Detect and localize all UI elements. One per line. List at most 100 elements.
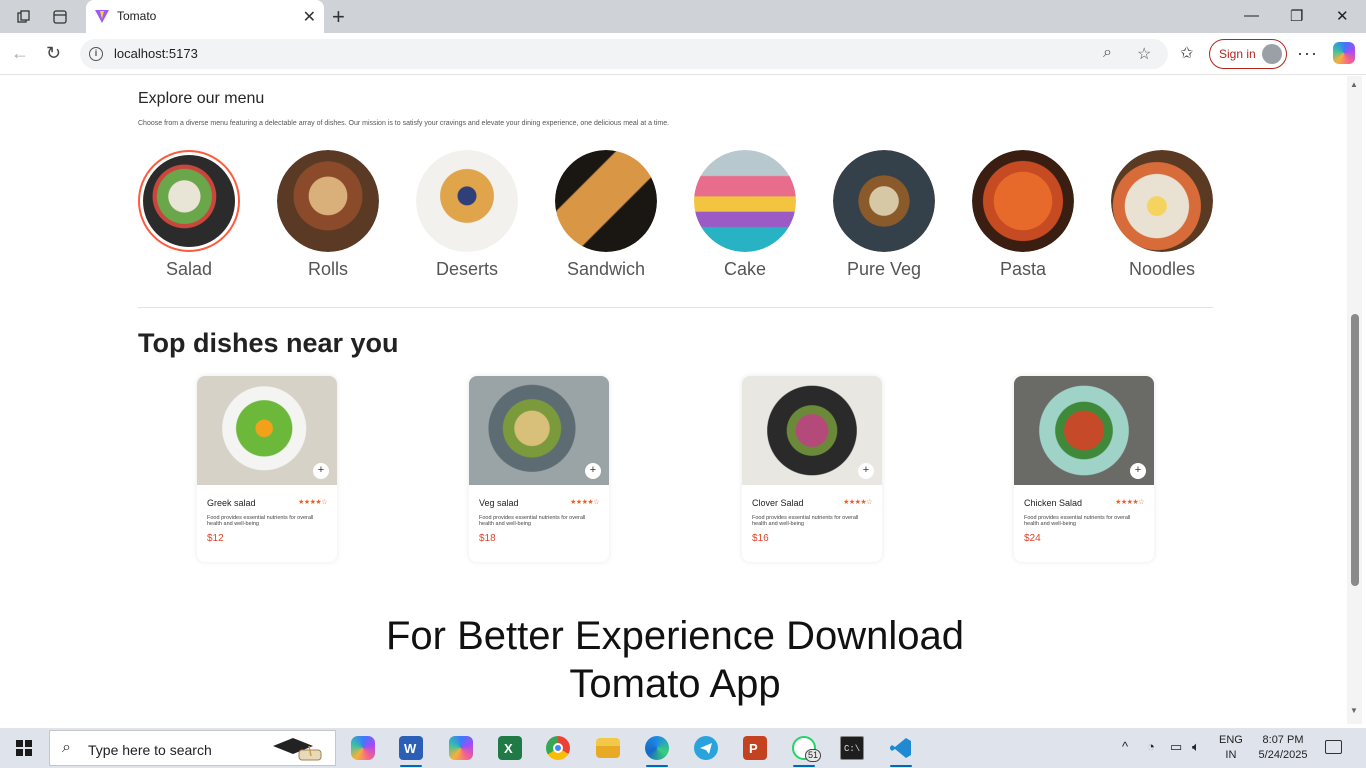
- add-to-cart-button[interactable]: +: [1130, 463, 1146, 479]
- add-to-cart-button[interactable]: +: [858, 463, 874, 479]
- tab-bar: Tomato ✕ + — ❐ ✕: [0, 0, 1366, 33]
- excel-icon[interactable]: X: [498, 736, 522, 760]
- add-to-cart-button[interactable]: +: [313, 463, 329, 479]
- dish-card-veg-salad[interactable]: + Veg salad ★★★★☆ Food provides essentia…: [469, 376, 609, 562]
- site-info-icon[interactable]: i: [89, 47, 103, 61]
- rolls-image: [277, 150, 379, 252]
- app-download-line2: Tomato App: [569, 662, 781, 706]
- dish-description: Food provides essential nutrients for ov…: [752, 515, 859, 527]
- page-viewport: Explore our menu Choose from a diverse m…: [3, 76, 1346, 724]
- tab-actions-icon[interactable]: [49, 6, 71, 28]
- new-tab-icon[interactable]: +: [332, 4, 345, 30]
- minimize-icon[interactable]: —: [1244, 7, 1259, 24]
- explore-menu-title: Explore our menu: [138, 90, 265, 107]
- dish-card-chicken-salad[interactable]: + Chicken Salad ★★★★☆ Food provides esse…: [1014, 376, 1154, 562]
- category-pasta[interactable]: Pasta: [972, 150, 1074, 280]
- copilot-app-icon[interactable]: [351, 736, 375, 760]
- category-label: Pure Veg: [846, 259, 922, 279]
- search-icon: ⌕: [62, 739, 71, 756]
- salad-image: [138, 150, 240, 252]
- category-label: Sandwich: [566, 259, 646, 279]
- close-tab-icon[interactable]: ✕: [303, 7, 316, 27]
- category-rolls[interactable]: Rolls: [277, 150, 379, 280]
- language-indicator[interactable]: ENG IN: [1219, 733, 1243, 763]
- taskbar-search[interactable]: ⌕ Type here to search: [49, 730, 336, 766]
- more-options-icon[interactable]: ···: [1297, 43, 1318, 64]
- whatsapp-badge: 51: [805, 749, 821, 762]
- refresh-icon[interactable]: ↻: [46, 43, 61, 64]
- notifications-icon[interactable]: [1325, 740, 1342, 754]
- powerpoint-icon[interactable]: P: [743, 736, 767, 760]
- volume-icon[interactable]: 🔈︎: [1192, 739, 1200, 755]
- top-dishes-title: Top dishes near you: [138, 328, 399, 358]
- dish-description: Food provides essential nutrients for ov…: [479, 515, 586, 527]
- sign-in-button[interactable]: Sign in: [1209, 39, 1287, 69]
- category-deserts[interactable]: Deserts: [416, 150, 518, 280]
- windows-start-icon[interactable]: [16, 740, 32, 756]
- word-active-indicator: [400, 765, 422, 767]
- page-scrollbar[interactable]: ▲ ▼: [1347, 76, 1362, 724]
- category-label: Deserts: [435, 259, 498, 279]
- word-icon[interactable]: W: [399, 736, 423, 760]
- dish-card-greek-salad[interactable]: + Greek salad ★★★★☆ Food provides essent…: [197, 376, 337, 562]
- profile-avatar-icon: [1262, 44, 1282, 64]
- category-label: Salad: [165, 259, 213, 279]
- favorites-icon[interactable]: ✩: [1180, 43, 1193, 63]
- sign-in-label: Sign in: [1219, 47, 1256, 61]
- scroll-down-icon[interactable]: ▼: [1350, 706, 1358, 715]
- svg-text:X: X: [504, 741, 513, 756]
- dish-name: Greek salad: [207, 498, 256, 508]
- region-code: IN: [1225, 749, 1237, 761]
- dish-name: Clover Salad: [752, 498, 804, 508]
- m365-icon[interactable]: [449, 736, 473, 760]
- chrome-icon[interactable]: [546, 736, 570, 760]
- sandwich-image: [555, 150, 657, 252]
- category-cake[interactable]: Cake: [694, 150, 796, 280]
- close-window-icon[interactable]: ✕: [1336, 7, 1349, 25]
- dish-description: Food provides essential nutrients for ov…: [207, 515, 314, 527]
- url-text[interactable]: localhost:5173: [114, 46, 198, 61]
- noodles-image: [1111, 150, 1213, 252]
- terminal-icon[interactable]: C:\: [840, 736, 864, 760]
- file-explorer-icon[interactable]: [596, 738, 620, 758]
- search-placeholder: Type here to search: [88, 742, 212, 758]
- tab-tomato[interactable]: Tomato ✕: [86, 0, 324, 33]
- whatsapp-icon[interactable]: 51: [792, 736, 821, 762]
- category-noodles[interactable]: Noodles: [1111, 150, 1213, 280]
- category-salad[interactable]: Salad: [138, 150, 240, 280]
- back-icon[interactable]: ←: [11, 43, 29, 64]
- whatsapp-active-indicator: [793, 765, 815, 767]
- clover-salad-image: +: [742, 376, 882, 485]
- app-download-heading: For Better Experience Download Tomato Ap…: [303, 612, 1047, 708]
- dish-name: Chicken Salad: [1024, 498, 1083, 508]
- category-label: Cake: [723, 259, 767, 279]
- workspaces-icon[interactable]: [13, 6, 35, 28]
- language-code: ENG: [1219, 734, 1243, 746]
- url-field[interactable]: i localhost:5173 ⌕ ☆: [80, 39, 1168, 69]
- address-bar: ← ↻ i localhost:5173 ⌕ ☆ ✩ Sign in ···: [0, 33, 1366, 75]
- dish-price: $18: [479, 533, 496, 544]
- vscode-icon[interactable]: [889, 736, 913, 760]
- category-sandwich[interactable]: Sandwich: [555, 150, 657, 280]
- favorite-star-icon[interactable]: ☆: [1137, 44, 1151, 64]
- dish-card-clover-salad[interactable]: + Clover Salad ★★★★☆ Food provides essen…: [742, 376, 882, 562]
- zoom-icon[interactable]: ⌕: [1103, 44, 1112, 62]
- scroll-up-icon[interactable]: ▲: [1350, 80, 1358, 89]
- vite-logo-icon: [95, 10, 109, 23]
- edge-icon[interactable]: [645, 736, 669, 760]
- vscode-active-indicator: [890, 765, 912, 767]
- category-pure-veg[interactable]: Pure Veg: [833, 150, 935, 280]
- restore-icon[interactable]: ❐: [1290, 7, 1303, 25]
- cake-image: [694, 150, 796, 252]
- rating-stars-icon: ★★★★☆: [1115, 499, 1144, 506]
- add-to-cart-button[interactable]: +: [585, 463, 601, 479]
- graduation-cap-icon: [273, 738, 322, 761]
- battery-icon[interactable]: ▭: [1170, 739, 1182, 755]
- scroll-thumb[interactable]: [1351, 314, 1359, 586]
- system-clock[interactable]: 8:07 PM 5/24/2025: [1255, 733, 1311, 763]
- network-icon[interactable]: ◔: [1147, 739, 1155, 754]
- telegram-icon[interactable]: [694, 736, 718, 760]
- show-hidden-icons-icon[interactable]: ^: [1122, 739, 1128, 754]
- copilot-icon[interactable]: [1333, 42, 1355, 64]
- explore-menu-description: Choose from a diverse menu featuring a d…: [138, 120, 670, 127]
